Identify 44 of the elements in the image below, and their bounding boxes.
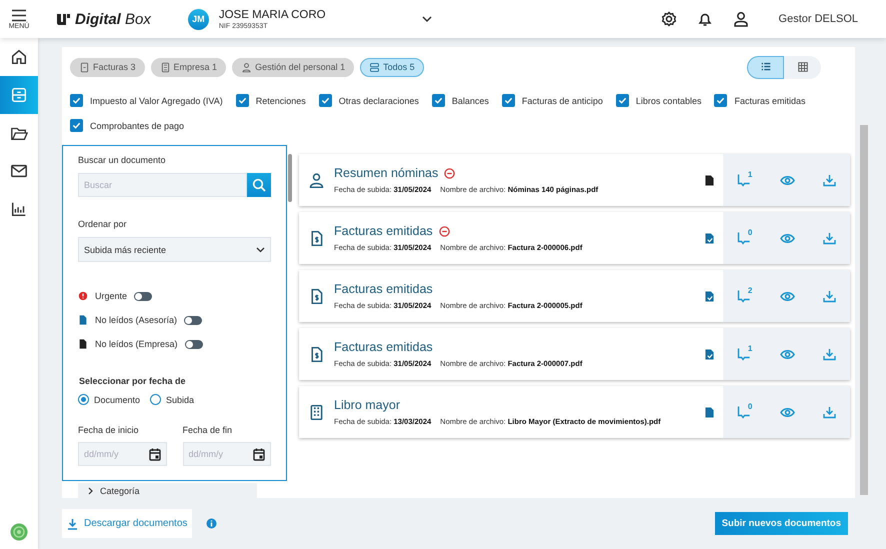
document-title[interactable]: Facturas emitidas: [334, 282, 433, 296]
checkbox-label: Comprobantes de pago: [90, 120, 184, 130]
radio-label: Documento: [94, 394, 140, 404]
toggle-label: No leídos (Asesoría): [95, 315, 178, 325]
checkbox-label: Facturas de anticipo: [522, 96, 603, 106]
account-name: Gestor DELSOL: [778, 13, 858, 25]
comment-count: 0: [748, 228, 752, 237]
document-title[interactable]: Resumen nóminas: [334, 166, 438, 180]
end-date-label: Fecha de fin: [182, 425, 232, 435]
filter-chip[interactable]: Facturas 3: [70, 58, 145, 76]
comment-count: 2: [748, 286, 752, 295]
start-date-field[interactable]: dd/mm/y: [78, 442, 166, 466]
toggle-label: No leídos (Empresa): [95, 339, 178, 349]
comment-count: 0: [748, 402, 752, 411]
document-title[interactable]: Libro mayor: [334, 398, 400, 412]
filter-chip[interactable]: Empresa 1: [150, 58, 226, 76]
radio-label: Subida: [166, 394, 194, 404]
end-date-input[interactable]: dd/mm/y: [188, 443, 253, 465]
filter-chip[interactable]: Gestión del personal 1: [232, 58, 354, 76]
sort-dropdown[interactable]: Subida más reciente: [78, 237, 271, 262]
document-title[interactable]: Facturas emitidas: [334, 224, 433, 238]
checkbox-label: Otras declaraciones: [338, 96, 419, 106]
download-documents-button[interactable]: Descargar documentos: [62, 509, 192, 538]
user-avatar: JM: [188, 8, 209, 30]
filter-chip[interactable]: Todos 5: [360, 58, 424, 76]
search-label: Buscar un documento: [78, 155, 167, 165]
document-title[interactable]: Facturas emitidas: [334, 340, 433, 354]
search-field[interactable]: Buscar: [78, 173, 247, 197]
user-name: JOSE MARIA CORO: [218, 8, 326, 23]
checkbox-label: Retenciones: [256, 96, 306, 106]
checkbox-label: Balances: [452, 96, 489, 106]
checkbox-label: Libros contables: [636, 96, 702, 106]
comment-count: 1: [748, 344, 752, 353]
checkbox-label: Impuesto al Valor Agregado (IVA): [90, 96, 223, 106]
start-date-label: Fecha de inicio: [78, 425, 139, 435]
comment-count: 1: [748, 170, 752, 179]
start-date-input[interactable]: dd/mm/y: [84, 443, 148, 465]
app-logo: Digital Box: [75, 10, 151, 28]
checkbox-label: Facturas emitidas: [734, 96, 806, 106]
sort-label: Ordenar por: [78, 219, 128, 229]
end-date-field[interactable]: dd/mm/y: [182, 442, 271, 466]
toggle-label: Urgente: [95, 291, 128, 301]
category-section[interactable]: Categoría: [78, 483, 257, 498]
date-section-label: Seleccionar por fecha de: [79, 376, 187, 386]
